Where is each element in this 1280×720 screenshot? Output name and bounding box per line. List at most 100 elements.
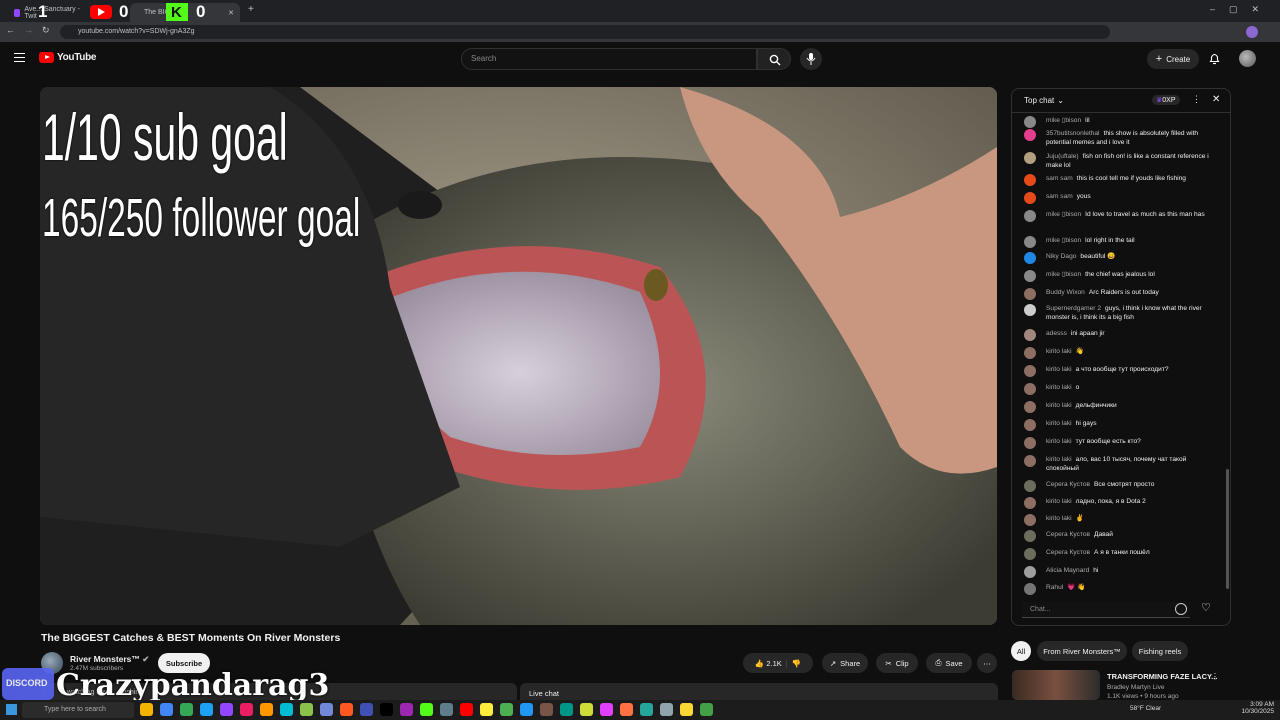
close-chat-icon[interactable]: ✕ [1212, 94, 1220, 105]
taskbar-app-icon[interactable] [540, 703, 553, 716]
reload-icon[interactable]: ↻ [42, 25, 50, 36]
chat-author[interactable]: kirito laki [1046, 456, 1072, 463]
notifications-bell-icon[interactable] [1209, 52, 1220, 65]
taskbar-app-icon[interactable] [460, 703, 473, 716]
chat-avatar[interactable] [1024, 129, 1036, 141]
clip-button[interactable]: ✂ Clip [876, 653, 918, 673]
chip-fishing-reels[interactable]: Fishing reels [1132, 641, 1188, 661]
windows-start-icon[interactable] [6, 704, 17, 715]
taskbar-app-icon[interactable] [500, 703, 513, 716]
more-options-icon[interactable]: ⋮ [1192, 94, 1201, 105]
new-tab-button[interactable]: + [248, 4, 254, 15]
taskbar-app-icon[interactable] [140, 703, 153, 716]
more-actions-button[interactable]: ⋯ [977, 653, 997, 673]
chat-author[interactable]: Niky Dago [1046, 253, 1076, 260]
taskbar-app-icon[interactable] [640, 703, 653, 716]
chat-author[interactable]: kirito laki [1046, 348, 1072, 355]
chat-avatar[interactable] [1024, 210, 1036, 222]
chat-avatar[interactable] [1024, 192, 1036, 204]
channel-name[interactable]: River Monsters™ ✔ [70, 654, 149, 665]
like-button[interactable]: 👍 2.1K [755, 659, 782, 668]
window-controls[interactable]: –▢✕ [1210, 4, 1273, 15]
heart-icon[interactable]: ♡ [1201, 601, 1211, 614]
chat-avatar[interactable] [1024, 270, 1036, 282]
emoji-icon[interactable] [1175, 603, 1187, 615]
chat-author[interactable]: kirito laki [1046, 366, 1072, 373]
chat-author[interactable]: Серега Кустов [1046, 549, 1090, 556]
back-icon[interactable]: ← [6, 25, 15, 35]
chat-avatar[interactable] [1024, 383, 1036, 395]
taskbar-app-icon[interactable] [360, 703, 373, 716]
chat-avatar[interactable] [1024, 174, 1036, 186]
taskbar-app-icon[interactable] [300, 703, 313, 716]
dislike-icon[interactable]: 👎 [792, 659, 801, 668]
chat-avatar[interactable] [1024, 365, 1036, 377]
recommendation-title[interactable]: TRANSFORMING FAZE LACY... [1107, 672, 1217, 681]
taskbar-app-icon[interactable] [340, 703, 353, 716]
taskbar-app-icon[interactable] [480, 703, 493, 716]
taskbar-app-icon[interactable] [320, 703, 333, 716]
chat-author[interactable]: kirito laki [1046, 515, 1072, 522]
taskbar-app-icon[interactable] [660, 703, 673, 716]
taskbar-app-icon[interactable] [200, 703, 213, 716]
chat-avatar[interactable] [1024, 514, 1036, 526]
chat-avatar[interactable] [1024, 480, 1036, 492]
chat-author[interactable]: mike ▯bison [1046, 237, 1081, 244]
chat-author[interactable]: 357butitsnonlethal [1046, 130, 1100, 137]
voice-search-button[interactable] [800, 48, 822, 70]
chat-author[interactable]: sam sam [1046, 193, 1073, 200]
chip-all[interactable]: All [1011, 641, 1031, 661]
save-button[interactable]: ⎙ Save [926, 653, 972, 673]
chat-avatar[interactable] [1024, 329, 1036, 341]
youtube-logo[interactable]: YouTube [39, 52, 97, 63]
chat-author[interactable]: Juju(uftale) [1046, 153, 1079, 160]
taskbar-weather[interactable]: 58°F Clear [1130, 705, 1161, 712]
taskbar-app-icon[interactable] [220, 703, 233, 716]
chat-scrollbar[interactable] [1226, 469, 1229, 589]
search-input[interactable]: Search [461, 48, 757, 70]
chip-from-channel[interactable]: From River Monsters™ [1037, 641, 1127, 661]
taskbar-app-icon[interactable] [600, 703, 613, 716]
chat-author[interactable]: Rahul [1046, 584, 1063, 591]
chat-author[interactable]: kirito laki [1046, 420, 1072, 427]
taskbar-app-icon[interactable] [400, 703, 413, 716]
chat-author[interactable]: sam sam [1046, 175, 1073, 182]
chat-avatar[interactable] [1024, 583, 1036, 595]
chat-avatar[interactable] [1024, 437, 1036, 449]
more-options-icon[interactable]: ⋮ [1211, 672, 1219, 681]
url-field[interactable]: youtube.com/watch?v=SDWj-gnA3Zg [60, 25, 1110, 39]
chat-avatar[interactable] [1024, 116, 1036, 128]
chat-avatar[interactable] [1024, 419, 1036, 431]
taskbar-app-icon[interactable] [160, 703, 173, 716]
chat-author[interactable]: Supernerdgamer 2 [1046, 305, 1101, 312]
taskbar-app-icon[interactable] [420, 703, 433, 716]
avatar[interactable] [1239, 50, 1256, 67]
taskbar-app-icon[interactable] [440, 703, 453, 716]
taskbar-app-icon[interactable] [560, 703, 573, 716]
chat-avatar[interactable] [1024, 530, 1036, 542]
chat-avatar[interactable] [1024, 548, 1036, 560]
search-button[interactable] [757, 48, 791, 70]
menu-icon[interactable] [14, 53, 25, 62]
chat-author[interactable]: kirito laki [1046, 438, 1072, 445]
chat-author[interactable]: mike ▯bison [1046, 211, 1081, 218]
chat-avatar[interactable] [1024, 566, 1036, 578]
chat-avatar[interactable] [1024, 304, 1036, 316]
chat-avatar[interactable] [1024, 401, 1036, 413]
taskbar-app-icon[interactable] [280, 703, 293, 716]
chat-avatar[interactable] [1024, 288, 1036, 300]
top-chat-dropdown[interactable]: Top chat ⌄ [1024, 96, 1064, 105]
close-icon[interactable]: ✕ [228, 9, 234, 17]
profile-icon[interactable] [1246, 26, 1258, 38]
taskbar-app-icon[interactable] [620, 703, 633, 716]
video-player[interactable]: 1/10 sub goal 165/250 follower goal [40, 87, 997, 625]
taskbar-app-icon[interactable] [260, 703, 273, 716]
taskbar-app-icon[interactable] [680, 703, 693, 716]
taskbar-search-input[interactable]: Type here to search [22, 702, 134, 718]
chat-author[interactable]: mike ▯bison [1046, 271, 1081, 278]
chat-avatar[interactable] [1024, 152, 1036, 164]
taskbar-app-icon[interactable] [240, 703, 253, 716]
chat-avatar[interactable] [1024, 455, 1036, 467]
chat-author[interactable]: mike ▯bison [1046, 117, 1081, 124]
share-button[interactable]: ↗ Share [822, 653, 868, 673]
